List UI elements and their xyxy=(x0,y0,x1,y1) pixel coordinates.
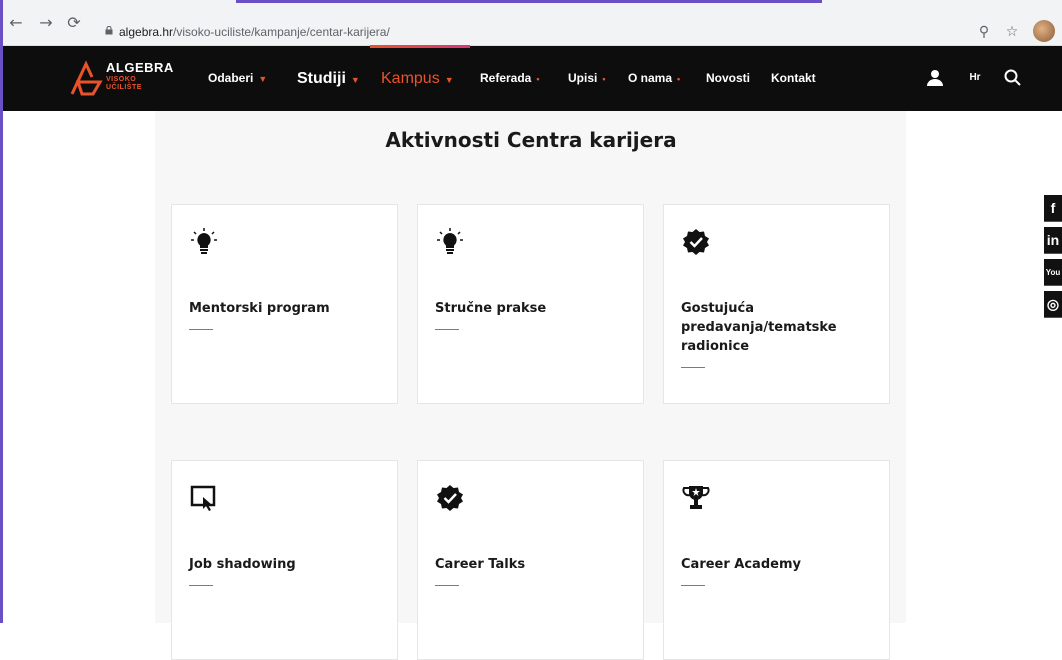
card-title: Gostujuća predavanja/tematske radionice xyxy=(681,299,876,368)
menu-item-referada[interactable]: Referada • xyxy=(480,46,540,111)
user-icon[interactable] xyxy=(925,68,945,88)
menu-label: O nama xyxy=(628,71,673,85)
reload-icon[interactable]: ⟳ xyxy=(64,13,84,33)
card-title: Career Talks xyxy=(435,555,630,586)
browser-toolbar: ← → ⟳ algebra.hr/visoko-uciliste/kampanj… xyxy=(3,0,1062,46)
caret-down-icon: ▼ xyxy=(444,75,454,85)
linkedin-icon[interactable]: in xyxy=(1044,227,1062,254)
menu-label: Kampus xyxy=(381,70,440,87)
card-title-text: Mentorski program xyxy=(189,301,330,316)
menu-label: Referada xyxy=(480,71,532,85)
menu-label: Novosti xyxy=(706,71,751,85)
caret-down-icon: ▼ xyxy=(258,74,268,84)
forward-icon[interactable]: → xyxy=(36,13,56,33)
active-menu-indicator xyxy=(370,45,470,48)
card-career-academy[interactable]: Career Academy xyxy=(663,460,890,660)
menu-item-upisi[interactable]: Upisi • xyxy=(568,46,606,111)
verified-badge-icon xyxy=(683,229,709,255)
screenshot-frame-top xyxy=(236,0,822,3)
logo-name: ALGEBRA xyxy=(106,60,174,75)
card-title-text: Job shadowing xyxy=(189,557,296,572)
menu-item-novosti[interactable]: Novosti xyxy=(706,46,750,111)
logo-sub-line-2: UČILIŠTE xyxy=(106,84,142,91)
card-underline xyxy=(189,585,213,586)
card-underline xyxy=(435,329,459,330)
card-underline xyxy=(435,585,459,586)
zoom-icon[interactable]: ⚲ xyxy=(973,21,995,43)
menu-label: Upisi xyxy=(568,71,598,85)
card-gostujuca-predavanja[interactable]: Gostujuća predavanja/tematske radionice xyxy=(663,204,890,404)
youtube-icon[interactable]: You xyxy=(1044,259,1062,286)
menu-item-studiji[interactable]: Studiji ▼ xyxy=(297,46,360,111)
card-underline xyxy=(189,329,213,330)
url-path: /visoko-uciliste/kampanje/centar-karijer… xyxy=(173,25,390,39)
trophy-icon xyxy=(682,486,710,509)
back-icon[interactable]: ← xyxy=(6,13,26,33)
facebook-icon[interactable]: f xyxy=(1044,195,1062,222)
menu-label: Kontakt xyxy=(771,71,816,85)
lightbulb-icon xyxy=(191,228,217,254)
card-job-shadowing[interactable]: Job shadowing xyxy=(171,460,398,660)
card-mentorski-program[interactable]: Mentorski program xyxy=(171,204,398,404)
site-header: ALGEBRA VISOKO UČILIŠTE Odaberi ▼ Studiji… xyxy=(3,46,1062,111)
card-strucne-prakse[interactable]: Stručne prakse xyxy=(417,204,644,404)
card-title-text: Gostujuća predavanja/tematske radionice xyxy=(681,301,837,354)
card-career-talks[interactable]: Career Talks xyxy=(417,460,644,660)
card-title: Career Academy xyxy=(681,555,876,586)
lightbulb-icon xyxy=(437,228,463,254)
card-title: Stručne prakse xyxy=(435,299,630,330)
algebra-logo-icon[interactable] xyxy=(69,60,103,96)
dot-icon: • xyxy=(602,74,606,84)
lock-icon xyxy=(105,26,113,35)
card-title-text: Stručne prakse xyxy=(435,301,547,316)
menu-item-odaberi[interactable]: Odaberi ▼ xyxy=(208,46,267,111)
menu-item-o-nama[interactable]: O nama • xyxy=(628,46,680,111)
menu-label: Studiji xyxy=(297,70,346,87)
logo-subtitle: VISOKO UČILIŠTE xyxy=(106,76,142,92)
caret-down-icon: ▼ xyxy=(350,75,360,85)
menu-item-kontakt[interactable]: Kontakt xyxy=(771,46,816,111)
url-host: algebra.hr xyxy=(119,25,174,39)
search-icon[interactable] xyxy=(1003,68,1023,88)
address-bar[interactable]: algebra.hr/visoko-uciliste/kampanje/cent… xyxy=(119,21,390,43)
page-title: Aktivnosti Centra karijera xyxy=(385,128,677,152)
bookmark-star-icon[interactable]: ☆ xyxy=(1001,21,1023,43)
verified-badge-icon xyxy=(437,485,463,511)
instagram-icon[interactable]: ◎ xyxy=(1044,291,1062,318)
card-underline xyxy=(681,585,705,586)
language-switch[interactable]: Hr xyxy=(965,68,985,88)
profile-avatar[interactable] xyxy=(1033,20,1055,42)
dot-icon: • xyxy=(536,74,540,84)
card-title: Mentorski program xyxy=(189,299,384,330)
card-title-text: Career Talks xyxy=(435,557,526,572)
dot-icon: • xyxy=(677,74,681,84)
card-title-text: Career Academy xyxy=(681,557,801,572)
touch-screen-icon xyxy=(190,485,216,511)
menu-item-kampus[interactable]: Kampus ▼ xyxy=(381,46,454,111)
menu-label: Odaberi xyxy=(208,71,254,85)
card-underline xyxy=(681,367,705,368)
card-title: Job shadowing xyxy=(189,555,384,586)
logo-sub-line-1: VISOKO xyxy=(106,76,137,83)
